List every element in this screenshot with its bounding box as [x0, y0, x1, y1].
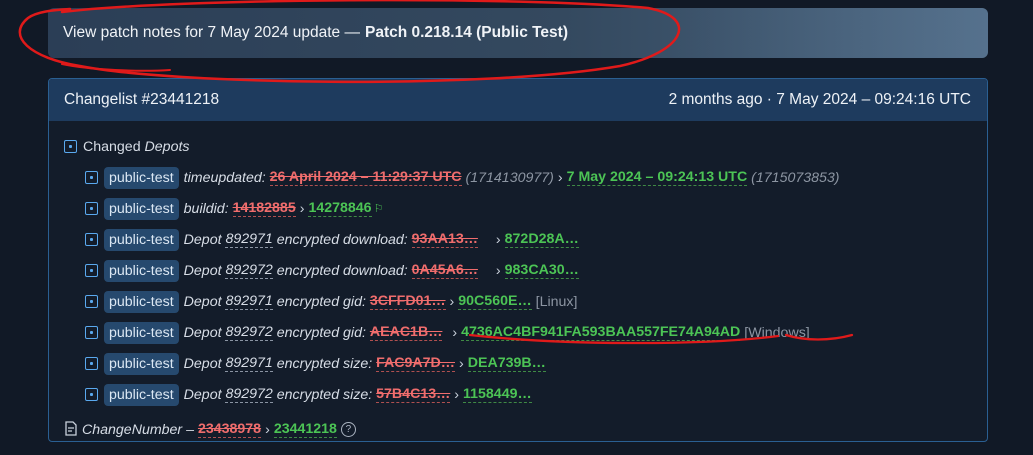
change-icon: [85, 326, 98, 339]
platform-tag: [Linux]: [535, 293, 578, 310]
depot-id-link[interactable]: 892971: [225, 355, 273, 372]
change-key: encrypted size:: [276, 386, 373, 403]
changelist-card: Changelist #23441218 2 months ago · 7 Ma…: [48, 78, 988, 442]
branch-badge[interactable]: public-test: [104, 290, 179, 313]
change-icon: [85, 264, 98, 277]
branch-badge[interactable]: public-test: [104, 321, 179, 344]
depot-label: Depot: [183, 324, 222, 341]
depot-id-link[interactable]: 892972: [225, 324, 273, 341]
depot-label: Depot: [183, 293, 222, 310]
change-row: public-test Depot 892971 encrypted gid: …: [64, 286, 987, 317]
arrow-icon: ›: [452, 324, 458, 341]
depot-label: Depot: [183, 231, 222, 248]
patch-notes-prefix: View patch notes for 7 May 2024 update —: [63, 24, 360, 41]
arrow-icon: ›: [449, 293, 455, 310]
change-key: timeupdated:: [183, 169, 266, 186]
patch-notes-title[interactable]: Patch 0.218.14 (Public Test): [365, 24, 568, 42]
branch-badge[interactable]: public-test: [104, 166, 179, 189]
branch-badge[interactable]: public-test: [104, 259, 179, 282]
arrow-icon: ›: [557, 169, 563, 186]
depot-id-link[interactable]: 892972: [225, 386, 273, 403]
new-value[interactable]: 90C560E…: [458, 293, 532, 310]
arrow-icon: ›: [495, 262, 501, 279]
changed-depots-prefix: Changed: [83, 138, 141, 155]
change-key: encrypted gid:: [276, 324, 366, 341]
changed-depots-heading: Changed Depots: [64, 131, 987, 162]
change-key: encrypted size:: [276, 355, 373, 372]
old-raw-value: (1714130977): [465, 169, 554, 186]
new-change-number[interactable]: 23441218: [273, 421, 337, 438]
new-value[interactable]: 14278846: [308, 200, 372, 217]
platform-tag: [Windows]: [744, 324, 810, 341]
depot-id-link[interactable]: 892972: [225, 262, 273, 279]
patch-notes-banner[interactable]: View patch notes for 7 May 2024 update —…: [48, 8, 988, 58]
new-value[interactable]: 4736AC4BF941FA593BAA557FE74A94AD: [461, 324, 741, 341]
old-value[interactable]: 0A45A6…: [411, 262, 478, 279]
new-value[interactable]: 7 May 2024 – 09:24:13 UTC: [566, 169, 748, 186]
branch-badge[interactable]: public-test: [104, 352, 179, 375]
change-key: encrypted download:: [276, 231, 408, 248]
changelist-title[interactable]: Changelist #23441218: [64, 91, 219, 109]
new-value[interactable]: DEA739B…: [467, 355, 546, 372]
change-icon: [85, 202, 98, 215]
branch-badge[interactable]: public-test: [104, 197, 179, 220]
change-row: public-test Depot 892971 encrypted downl…: [64, 224, 987, 255]
old-value[interactable]: 57B4C13…: [376, 386, 451, 403]
new-value[interactable]: 983CA30…: [504, 262, 579, 279]
arrow-icon: ›: [454, 386, 460, 403]
old-value[interactable]: AEAC1B…: [369, 324, 443, 341]
change-icon: [85, 357, 98, 370]
patch-notes-flag-icon[interactable]: ⚐: [374, 202, 384, 215]
help-icon[interactable]: ?: [340, 422, 356, 437]
depot-label: Depot: [183, 262, 222, 279]
change-row: public-test Depot 892972 encrypted size:…: [64, 379, 987, 410]
change-number-label: ChangeNumber –: [82, 421, 194, 438]
document-icon: [64, 420, 78, 439]
arrow-icon: ›: [299, 200, 305, 217]
new-value[interactable]: 872D28A…: [504, 231, 579, 248]
change-row: public-test Depot 892972 encrypted downl…: [64, 255, 987, 286]
changelist-header: Changelist #23441218 2 months ago · 7 Ma…: [49, 79, 987, 121]
change-icon: [85, 295, 98, 308]
change-row: public-test Depot 892971 encrypted size:…: [64, 348, 987, 379]
change-key: encrypted gid:: [276, 293, 366, 310]
change-icon: [85, 171, 98, 184]
branch-badge[interactable]: public-test: [104, 228, 179, 251]
change-row: public-test timeupdated: 26 April 2024 –…: [64, 162, 987, 193]
old-value[interactable]: 3CFFD01…: [369, 293, 446, 310]
change-row: public-test buildid: 14182885 › 14278846…: [64, 193, 987, 224]
change-icon: [85, 388, 98, 401]
change-icon: [85, 233, 98, 246]
changelist-body: Changed Depots public-test timeupdated: …: [49, 121, 987, 441]
depot-id-link[interactable]: 892971: [225, 231, 273, 248]
branch-badge[interactable]: public-test: [104, 383, 179, 406]
changed-depots-label: Depots: [144, 138, 190, 155]
old-value[interactable]: FAC9A7D…: [376, 355, 455, 372]
depot-id-link[interactable]: 892971: [225, 293, 273, 310]
old-change-number[interactable]: 23438978: [197, 421, 262, 438]
change-key: buildid:: [183, 200, 229, 217]
old-value[interactable]: 14182885: [232, 200, 296, 217]
changelist-time: 2 months ago · 7 May 2024 – 09:24:16 UTC: [668, 91, 971, 108]
arrow-icon: ›: [495, 231, 501, 248]
banner-background-art: [668, 8, 988, 58]
old-value[interactable]: 93AA13…: [411, 231, 478, 248]
depot-label: Depot: [183, 386, 222, 403]
depot-label: Depot: [183, 355, 222, 372]
old-value[interactable]: 26 April 2024 – 11:29:37 UTC: [269, 169, 462, 186]
change-row: public-test Depot 892972 encrypted gid: …: [64, 317, 987, 348]
arrow-icon: ›: [459, 355, 464, 372]
arrow-icon: ›: [265, 421, 270, 438]
new-value[interactable]: 1158449…: [463, 386, 532, 403]
new-raw-value: (1715073853): [751, 169, 840, 186]
change-number-row: ChangeNumber – 23438978 › 23441218 ?: [64, 414, 987, 441]
depot-icon: [64, 140, 77, 153]
change-key: encrypted download:: [276, 262, 408, 279]
